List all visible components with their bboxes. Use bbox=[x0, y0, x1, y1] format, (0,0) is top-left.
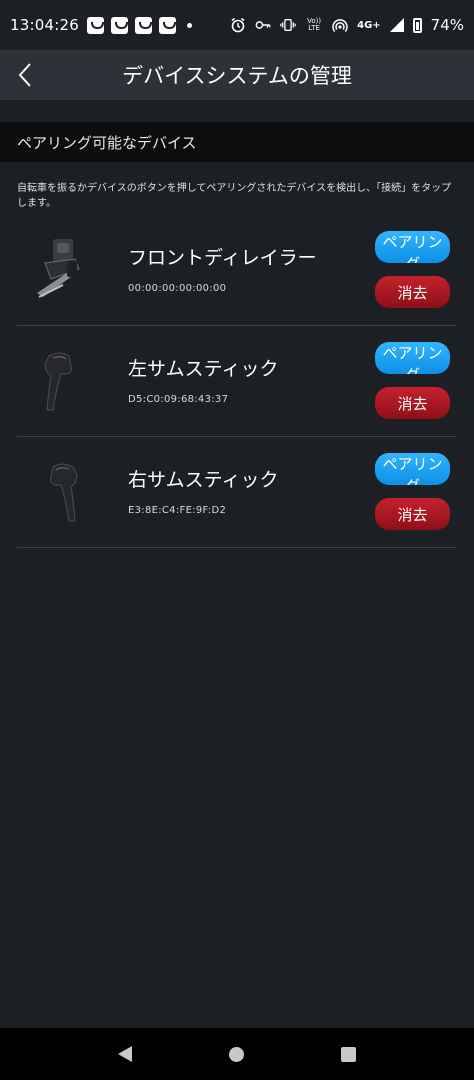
device-row: 左サムスティック D5:C0:09:68:43:37 ペアリング 消去 bbox=[17, 326, 457, 437]
back-triangle-icon[interactable] bbox=[118, 1046, 133, 1062]
right-shifter-image bbox=[31, 457, 91, 525]
bag-notification-icon bbox=[86, 16, 104, 34]
device-list: フロントディレイラー 00:00:00:00:00:00 ペアリング 消去 左サ… bbox=[17, 215, 457, 548]
signal-icon bbox=[389, 18, 404, 32]
status-icons: Vo)) LTE 4G+ 74% bbox=[230, 16, 464, 34]
device-mac-address: E3:8E:C4:FE:9F:D2 bbox=[128, 505, 227, 516]
network-type: 4G+ bbox=[357, 19, 381, 31]
section-title: ペアリング可能なデバイス bbox=[17, 133, 197, 152]
device-name: 右サムスティック bbox=[128, 469, 279, 491]
alarm-icon bbox=[230, 17, 246, 33]
pair-button-label: ペアリング bbox=[382, 455, 443, 485]
pair-button-label: ペアリング bbox=[382, 233, 443, 263]
device-name: 左サムスティック bbox=[128, 358, 279, 380]
device-name: フロントディレイラー bbox=[128, 247, 317, 269]
battery-icon bbox=[412, 17, 422, 33]
bag-notification-icon bbox=[158, 16, 176, 34]
device-row: フロントディレイラー 00:00:00:00:00:00 ペアリング 消去 bbox=[17, 215, 457, 326]
clear-button[interactable]: 消去 bbox=[375, 276, 450, 308]
pair-button-label: ペアリング bbox=[382, 344, 443, 374]
back-button[interactable] bbox=[10, 60, 40, 90]
clear-button[interactable]: 消去 bbox=[375, 498, 450, 530]
status-bar: 13:04:26 Vo)) LTE 4G+ 74% bbox=[0, 0, 474, 50]
page-title: デバイスシステムの管理 bbox=[122, 64, 352, 88]
front-derailleur-image bbox=[31, 235, 91, 303]
key-icon bbox=[255, 17, 271, 33]
chevron-left-icon bbox=[18, 63, 31, 87]
hotspot-icon bbox=[332, 17, 348, 33]
left-shifter-image bbox=[31, 346, 91, 414]
device-mac-address: D5:C0:09:68:43:37 bbox=[128, 394, 229, 405]
pair-button[interactable]: ペアリング bbox=[375, 453, 450, 485]
more-notifications-dot-icon bbox=[186, 22, 192, 28]
device-mac-address: 00:00:00:00:00:00 bbox=[128, 283, 227, 294]
vibrate-icon bbox=[280, 17, 296, 33]
volte-icon: Vo)) LTE bbox=[307, 17, 322, 32]
bag-notification-icon bbox=[110, 16, 128, 34]
recents-square-icon[interactable] bbox=[340, 1046, 356, 1062]
status-time: 13:04:26 bbox=[10, 16, 79, 34]
clear-button[interactable]: 消去 bbox=[375, 387, 450, 419]
home-circle-icon[interactable] bbox=[228, 1046, 244, 1062]
pair-button[interactable]: ペアリング bbox=[375, 342, 450, 374]
app-bar: デバイスシステムの管理 bbox=[0, 50, 474, 100]
bag-notification-icon bbox=[134, 16, 152, 34]
battery-percent: 74% bbox=[430, 16, 464, 34]
pair-button[interactable]: ペアリング bbox=[375, 231, 450, 263]
instructions-text: 自転車を振るかデバイスのボタンを押してペアリングされたデバイスを検出し、「接続」… bbox=[17, 183, 452, 209]
system-nav-bar bbox=[0, 1028, 474, 1080]
section-header: ペアリング可能なデバイス bbox=[0, 122, 474, 162]
device-row: 右サムスティック E3:8E:C4:FE:9F:D2 ペアリング 消去 bbox=[17, 437, 457, 548]
